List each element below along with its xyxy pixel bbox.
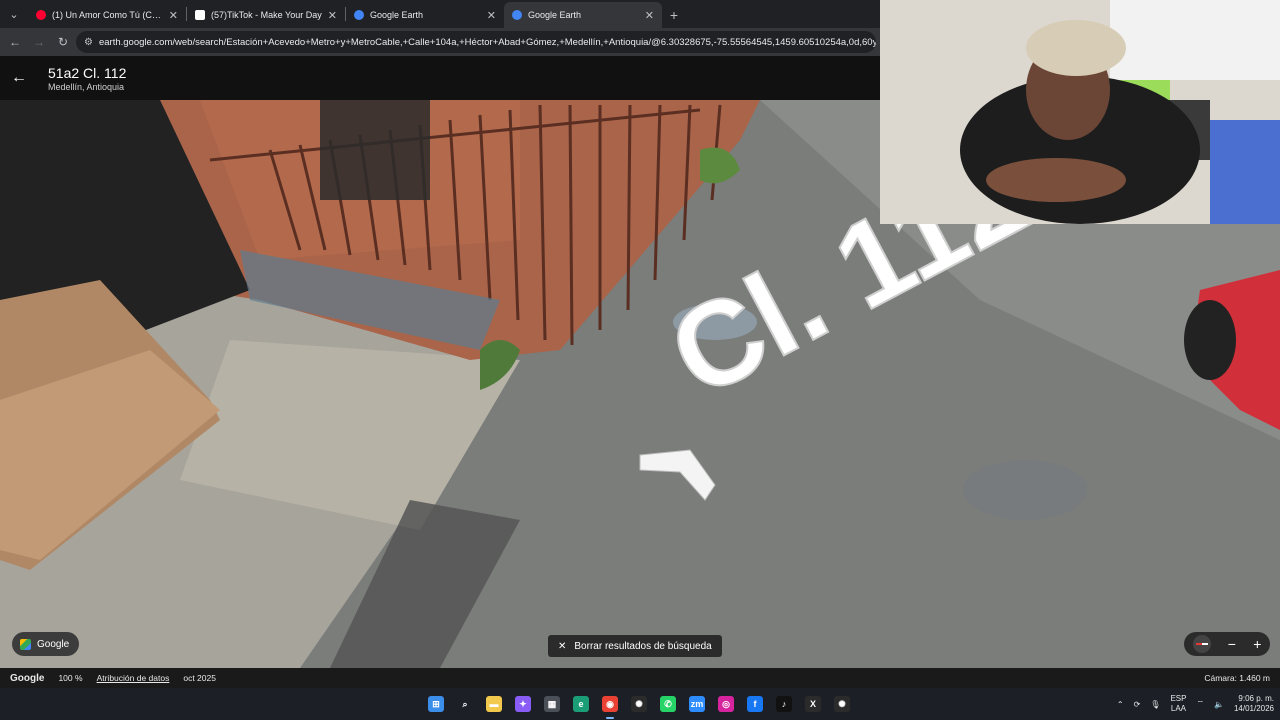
taskbar-app-button[interactable]: f bbox=[743, 692, 767, 716]
facebook-icon: f bbox=[747, 696, 763, 712]
copilot-icon: ✦ bbox=[515, 696, 531, 712]
imagery-date: oct 2025 bbox=[183, 673, 216, 683]
zoom-out-button[interactable]: − bbox=[1228, 636, 1236, 652]
clear-search-button[interactable]: ✕ Borrar resultados de búsqueda bbox=[548, 635, 722, 657]
chatgpt-desktop-icon: ✺ bbox=[834, 696, 850, 712]
tab-title: Google Earth bbox=[528, 10, 582, 20]
browser-tab[interactable]: Google Earth ✕ bbox=[346, 2, 504, 28]
search-icon: ⌕ bbox=[462, 698, 468, 709]
zoom-control: − + bbox=[1184, 632, 1270, 656]
taskbar-apps: ⊞ ⌕ ▬ ✦ ▦ e ◉ ✺ ✆ zm ◎ f ♪ X ✺ bbox=[424, 692, 854, 719]
clock-time: 9:06 p. m. bbox=[1238, 694, 1274, 703]
taskbar-app-button[interactable]: ✺ bbox=[627, 692, 651, 716]
close-icon[interactable]: ✕ bbox=[645, 9, 654, 22]
taskbar-app-button[interactable]: e bbox=[569, 692, 593, 716]
chevron-down-icon[interactable]: ⌄ bbox=[0, 0, 28, 28]
close-icon[interactable]: ✕ bbox=[558, 641, 566, 652]
taskbar-app-button[interactable]: ✆ bbox=[656, 692, 680, 716]
sync-icon[interactable]: ⟳ bbox=[1134, 700, 1141, 709]
browser-tab[interactable]: (57)TikTok - Make Your Day ✕ bbox=[187, 2, 345, 28]
google-photos-icon bbox=[20, 638, 31, 650]
volume-icon[interactable]: 🔈 bbox=[1214, 700, 1224, 709]
screen: Cl. 112 ⌄ (1) Un Amor Como Tú (Clean V ✕… bbox=[0, 0, 1280, 720]
file-explorer-icon: ▬ bbox=[486, 696, 502, 712]
close-icon[interactable]: ✕ bbox=[169, 9, 178, 22]
chatgpt-icon: ✺ bbox=[631, 696, 647, 712]
camera-altitude: Cámara: 1.460 m bbox=[1204, 673, 1270, 683]
taskbar-app-button[interactable]: ◎ bbox=[714, 692, 738, 716]
place-info: 51a2 Cl. 112 Medellín, Antioquia bbox=[48, 65, 126, 92]
data-attribution-link[interactable]: Atribución de datos bbox=[97, 673, 170, 683]
zoom-icon: zm bbox=[689, 696, 705, 712]
google-chip-label: Google bbox=[37, 638, 70, 650]
tab-title: Google Earth bbox=[370, 10, 424, 20]
clear-search-label: Borrar resultados de búsqueda bbox=[574, 640, 712, 652]
tiktok-taskbar-icon: ♪ bbox=[776, 696, 792, 712]
browser-tab-active[interactable]: Google Earth ✕ bbox=[504, 2, 662, 28]
taskbar-app-button[interactable]: X bbox=[801, 692, 825, 716]
microsoft-store-icon: ▦ bbox=[544, 696, 560, 712]
google-earth-icon bbox=[512, 10, 522, 20]
instagram-icon: ◎ bbox=[718, 696, 734, 712]
chevron-up-icon[interactable]: ⌃ bbox=[1117, 700, 1124, 709]
taskbar-app-button[interactable]: ✦ bbox=[511, 692, 535, 716]
close-icon[interactable]: ✕ bbox=[487, 9, 496, 22]
back-button[interactable]: ← bbox=[4, 31, 26, 53]
microphone-icon[interactable]: 🎙 bbox=[1150, 700, 1160, 709]
system-tray: ⌃ ⟳ 🎙 ESP LAA ⌔ 🔈 9:06 p. m. 14/01/2026 bbox=[1117, 688, 1274, 720]
browser-tab-strip: ⌄ (1) Un Amor Como Tú (Clean V ✕ (57)Tik… bbox=[0, 0, 880, 28]
zoom-in-button[interactable]: + bbox=[1253, 636, 1261, 652]
keyboard-layout: LAA bbox=[1170, 704, 1186, 713]
google-logo: Google bbox=[10, 672, 45, 684]
taskbar-app-button[interactable]: zm bbox=[685, 692, 709, 716]
taskbar-app-button[interactable]: ◉ bbox=[598, 692, 622, 719]
clock-date: 14/01/2026 bbox=[1233, 704, 1274, 713]
whatsapp-icon: ✆ bbox=[660, 696, 676, 712]
place-name: 51a2 Cl. 112 bbox=[48, 64, 127, 81]
earth-header: ← 51a2 Cl. 112 Medellín, Antioquia bbox=[0, 56, 880, 100]
excel-icon: X bbox=[805, 696, 821, 712]
language-code: ESP bbox=[1170, 694, 1187, 703]
webcam-overlay bbox=[880, 0, 1280, 224]
wifi-icon[interactable]: ⌔ bbox=[1196, 699, 1204, 709]
taskbar-app-button[interactable]: ▦ bbox=[540, 692, 564, 716]
tab-title: (57)TikTok - Make Your Day bbox=[211, 10, 322, 20]
webcam-video bbox=[880, 0, 1280, 224]
url-text: earth.google.com/web/search/Estación+Ace… bbox=[98, 36, 876, 48]
forward-button[interactable]: → bbox=[28, 31, 50, 53]
taskbar-app-button[interactable]: ⌕ bbox=[453, 692, 477, 716]
windows-taskbar: ⊞ ⌕ ▬ ✦ ▦ e ◉ ✺ ✆ zm ◎ f ♪ X ✺ ⌃ ⟳ 🎙 ESP LAA ⌔ 🔈 9:06 … bbox=[0, 688, 1280, 720]
edge-icon: e bbox=[573, 696, 589, 712]
place-locality: Medellín, Antioquia bbox=[48, 81, 125, 92]
compass-icon[interactable] bbox=[1192, 635, 1211, 653]
taskbar-app-button[interactable]: ⊞ bbox=[424, 692, 448, 716]
google-earth-icon bbox=[354, 10, 364, 20]
reload-button[interactable]: ↻ bbox=[52, 31, 74, 53]
clock[interactable]: 9:06 p. m. 14/01/2026 bbox=[1234, 694, 1274, 714]
windows-start-icon: ⊞ bbox=[428, 696, 444, 712]
close-icon[interactable]: ✕ bbox=[328, 9, 337, 22]
browser-tab[interactable]: (1) Un Amor Como Tú (Clean V ✕ bbox=[28, 2, 186, 28]
browser-toolbar: ← → ↻ ⚙ earth.google.com/web/search/Esta… bbox=[0, 28, 880, 56]
tab-title: (1) Un Amor Como Tú (Clean V bbox=[52, 10, 163, 20]
chrome-icon: ◉ bbox=[602, 696, 618, 712]
taskbar-app-button[interactable]: ✺ bbox=[830, 692, 854, 716]
google-chip[interactable]: Google bbox=[12, 632, 80, 656]
back-arrow-icon[interactable]: ← bbox=[0, 56, 38, 100]
tiktok-icon bbox=[195, 10, 205, 20]
taskbar-app-button[interactable]: ▬ bbox=[482, 692, 506, 716]
earth-status-bar: Google 100 % Atribución de datos oct 202… bbox=[0, 668, 1280, 688]
zoom-percent: 100 % bbox=[58, 673, 83, 683]
site-settings-icon[interactable]: ⚙ bbox=[84, 37, 93, 48]
youtube-icon bbox=[36, 10, 46, 20]
taskbar-app-button[interactable]: ♪ bbox=[772, 692, 796, 716]
language-indicator[interactable]: ESP LAA bbox=[1170, 694, 1186, 714]
new-tab-button[interactable]: + bbox=[662, 2, 686, 28]
address-bar[interactable]: ⚙ earth.google.com/web/search/Estación+A… bbox=[76, 31, 876, 53]
